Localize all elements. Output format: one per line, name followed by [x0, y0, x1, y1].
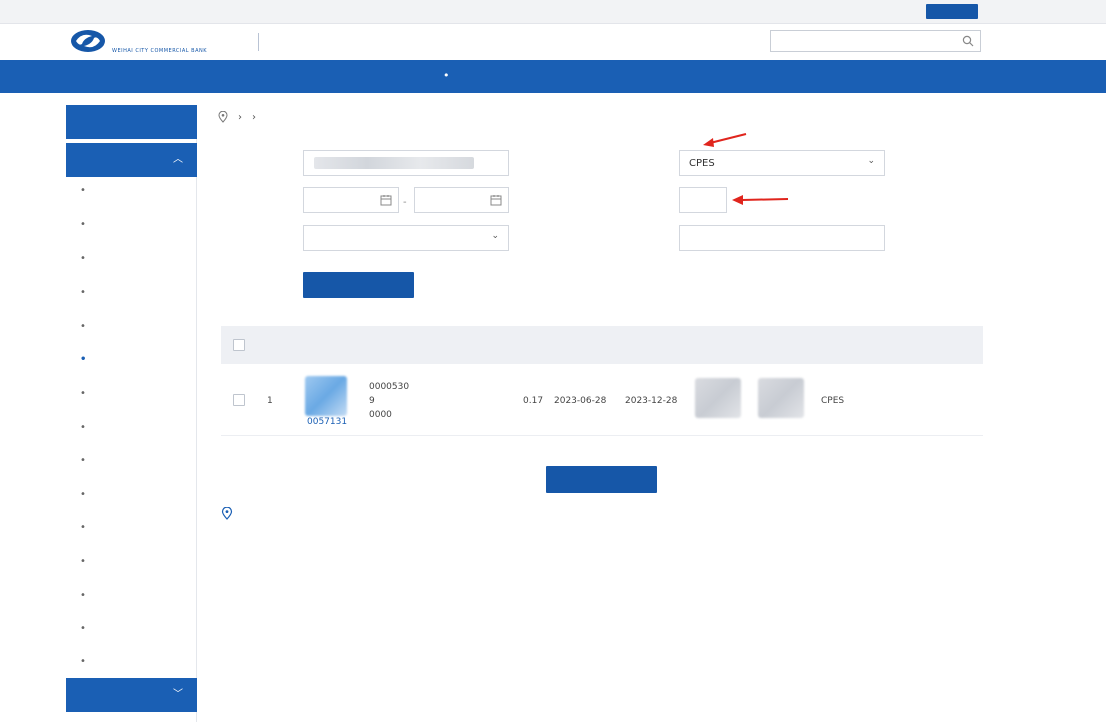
main-nav: •	[0, 60, 1106, 93]
breadcrumb-separator: ›	[252, 111, 256, 123]
sidebar-item-prompt-accept[interactable]	[66, 242, 197, 275]
sidebar-item-pledge-release[interactable]	[66, 444, 197, 477]
transfer-apply-button[interactable]	[546, 466, 657, 493]
source-select[interactable]: CPES ⌄	[679, 150, 885, 176]
bill-table-header	[221, 326, 983, 364]
calendar-icon[interactable]	[490, 194, 502, 206]
bill-status-select[interactable]: ⌄	[303, 225, 509, 251]
account-value-redacted	[314, 157, 474, 169]
logo-divider	[258, 33, 259, 51]
site-header: WEIHAI CITY COMMERCIAL BANK	[0, 24, 1106, 60]
due-date-end-input[interactable]	[414, 187, 509, 213]
logout-button[interactable]	[926, 4, 978, 19]
tips-pin-icon	[221, 507, 233, 520]
sidebar-item-endorse-transfer[interactable]	[66, 343, 197, 376]
sidebar: ︿ ﹀	[66, 105, 197, 722]
bank-logo-icon	[71, 30, 105, 52]
drawer-name-redacted	[695, 378, 741, 418]
sidebar-item-issue-guarantee[interactable]	[66, 208, 197, 241]
query-button[interactable]	[303, 272, 414, 298]
due-date-start-input[interactable]	[303, 187, 399, 213]
breadcrumb: › ›	[218, 111, 261, 123]
search-input[interactable]	[770, 30, 981, 52]
sidebar-item-prompt-pay[interactable]	[66, 511, 197, 544]
annotation-arrow-icon	[732, 195, 789, 205]
location-pin-icon	[218, 111, 228, 123]
sidebar-item-pledge-apply[interactable]	[66, 411, 197, 444]
sidebar-group-ebill-apply[interactable]: ︿	[66, 143, 197, 177]
sidebar-group-sign[interactable]	[66, 105, 197, 139]
sub-range-line-2: 9	[369, 396, 375, 406]
account-field[interactable]	[303, 150, 509, 176]
search-icon[interactable]	[962, 35, 974, 47]
table-row: 1 0057131 0000530 9 0000 0.17 2023-06-28…	[221, 364, 983, 436]
annotation-arrow-icon	[703, 133, 747, 147]
chevron-down-icon: ﹀	[173, 689, 183, 700]
nav-active-dot: •	[443, 69, 450, 82]
date-range-dash: -	[403, 197, 407, 208]
source-cell: CPES	[821, 396, 845, 406]
sidebar-item-issue-register[interactable]	[66, 174, 197, 207]
select-all-checkbox[interactable]	[233, 339, 245, 351]
sub-range-line-1: 0000530	[369, 382, 410, 392]
sub-range-line-3: 0000	[369, 410, 392, 420]
sidebar-item-non-transfer-revoke[interactable]	[66, 645, 197, 678]
breadcrumb-separator: ›	[238, 111, 242, 123]
source-value: CPES	[689, 158, 715, 169]
top-utility-bar	[0, 0, 1106, 24]
chevron-down-icon: ⌄	[867, 156, 875, 166]
split-select[interactable]	[679, 187, 727, 213]
sidebar-item-redeem-apply[interactable]	[66, 612, 197, 645]
bank-name-en: WEIHAI CITY COMMERCIAL BANK	[112, 48, 208, 54]
sidebar-group-ebill-sign[interactable]: ﹀	[66, 678, 197, 712]
bill-number-redacted	[305, 376, 347, 416]
calendar-icon[interactable]	[380, 194, 392, 206]
range-number-input[interactable]	[679, 225, 885, 251]
sidebar-item-recourse-notice[interactable]	[66, 545, 197, 578]
issue-date-value: 2023-06-28	[554, 396, 607, 406]
due-date-value: 2023-12-28	[625, 396, 678, 406]
bill-number-tail[interactable]: 0057131	[307, 417, 347, 427]
chevron-up-icon: ︿	[173, 154, 183, 165]
sidebar-item-discount[interactable]	[66, 478, 197, 511]
row-checkbox[interactable]	[233, 394, 245, 406]
row-index: 1	[267, 396, 273, 406]
payee-name-redacted	[758, 378, 804, 418]
sidebar-item-accept-guarantee[interactable]	[66, 310, 197, 343]
sidebar-item-prompt-receive[interactable]	[66, 276, 197, 309]
sidebar-item-endorse-guarantee[interactable]	[66, 377, 197, 410]
amount-value: 0.17	[523, 396, 544, 406]
sidebar-item-agree-settle[interactable]	[66, 579, 197, 612]
chevron-down-icon: ⌄	[491, 231, 499, 241]
